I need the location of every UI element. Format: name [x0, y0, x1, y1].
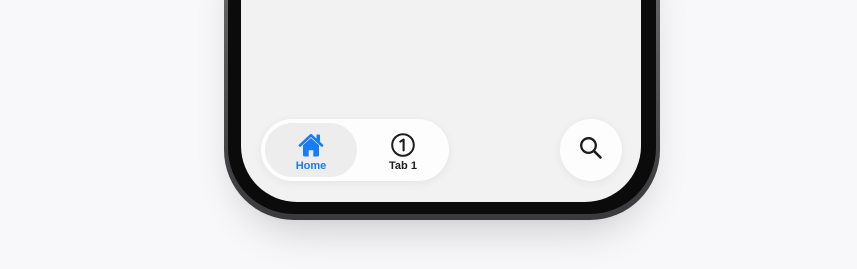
phone-screen: Home Tab 1: [241, 0, 641, 202]
search-button[interactable]: [560, 119, 622, 181]
tab-home[interactable]: Home: [265, 123, 357, 177]
magnifyingglass-icon: [578, 135, 604, 166]
tab-tab-1[interactable]: Tab 1: [357, 123, 449, 177]
tab-tab-1-label: Tab 1: [389, 160, 417, 172]
number-1-circle-icon: [389, 131, 417, 159]
tab-home-label: Home: [295, 160, 327, 172]
tab-bar: Home Tab 1: [261, 119, 449, 181]
house-fill-icon: [297, 131, 325, 159]
